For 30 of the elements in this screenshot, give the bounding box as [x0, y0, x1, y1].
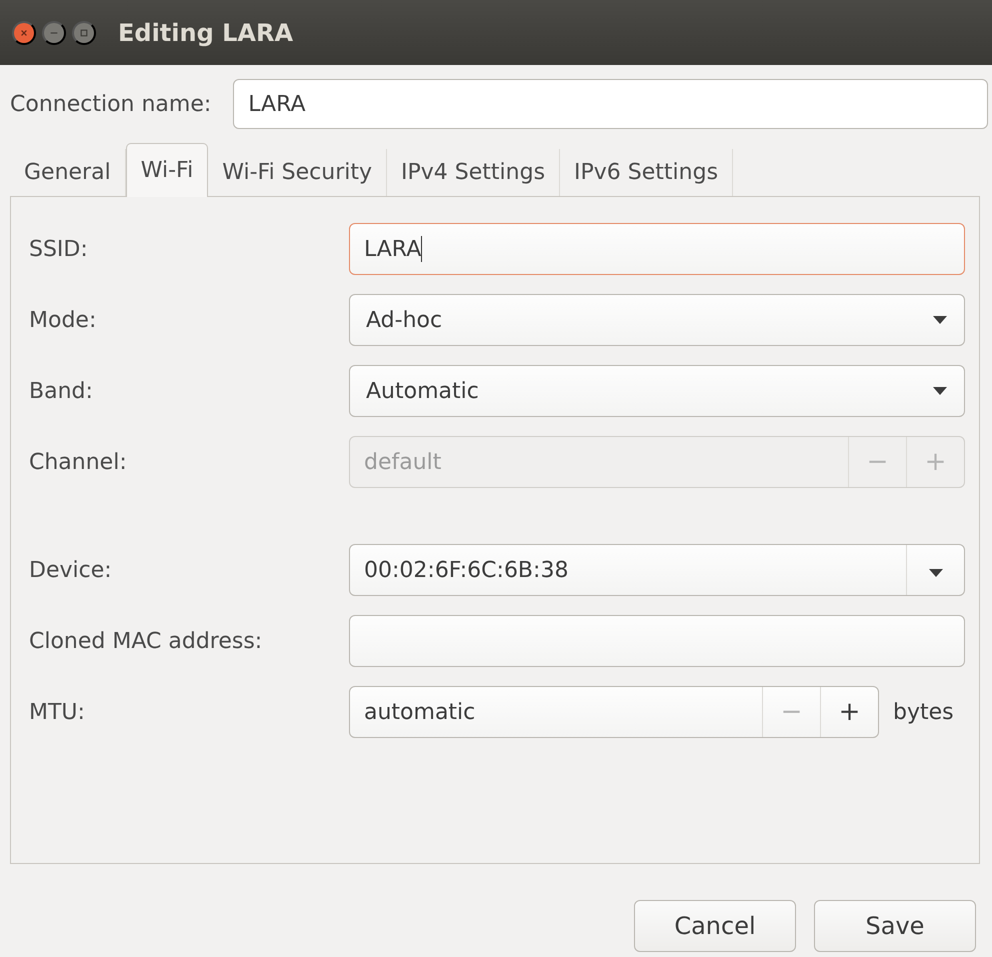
spin-field[interactable]: automatic − + [349, 686, 879, 738]
minimize-icon [50, 30, 58, 34]
close-button[interactable] [12, 20, 36, 44]
field-label: SSID: [29, 236, 89, 262]
combo-field[interactable]: 00:02:6F:6C:6B:38 [349, 544, 965, 596]
maximize-button[interactable] [72, 20, 96, 44]
unit-label: bytes [893, 700, 954, 724]
field-label: Channel: [29, 450, 128, 474]
dropdown-caret-icon [928, 568, 944, 578]
text-field[interactable] [349, 615, 965, 667]
field-label: Cloned MAC address: [29, 628, 264, 654]
dropdown-caret-icon [932, 315, 948, 325]
field-label: MTU: [29, 700, 86, 724]
close-icon [20, 28, 28, 38]
dropdown[interactable]: Automatic [349, 365, 965, 417]
dialog-button[interactable]: Cancel [634, 900, 796, 952]
dialog-button[interactable]: Save [814, 900, 976, 952]
text-field[interactable]: LARA [349, 223, 965, 275]
dropdown-caret-icon [932, 386, 948, 396]
connection-name-field[interactable]: LARA [233, 79, 988, 129]
increment-button[interactable]: + [820, 687, 878, 737]
maximize-icon [80, 28, 88, 38]
field-label: Connection name: [10, 92, 212, 116]
tab[interactable]: Wi-Fi [126, 143, 208, 197]
field-label: Device: [29, 558, 113, 582]
field-label: Band: [29, 378, 94, 404]
field-label: Mode: [29, 308, 98, 332]
minimize-button[interactable] [42, 20, 66, 44]
dropdown[interactable]: Ad-hoc [349, 294, 965, 346]
window-title: Editing LARA [118, 18, 294, 46]
